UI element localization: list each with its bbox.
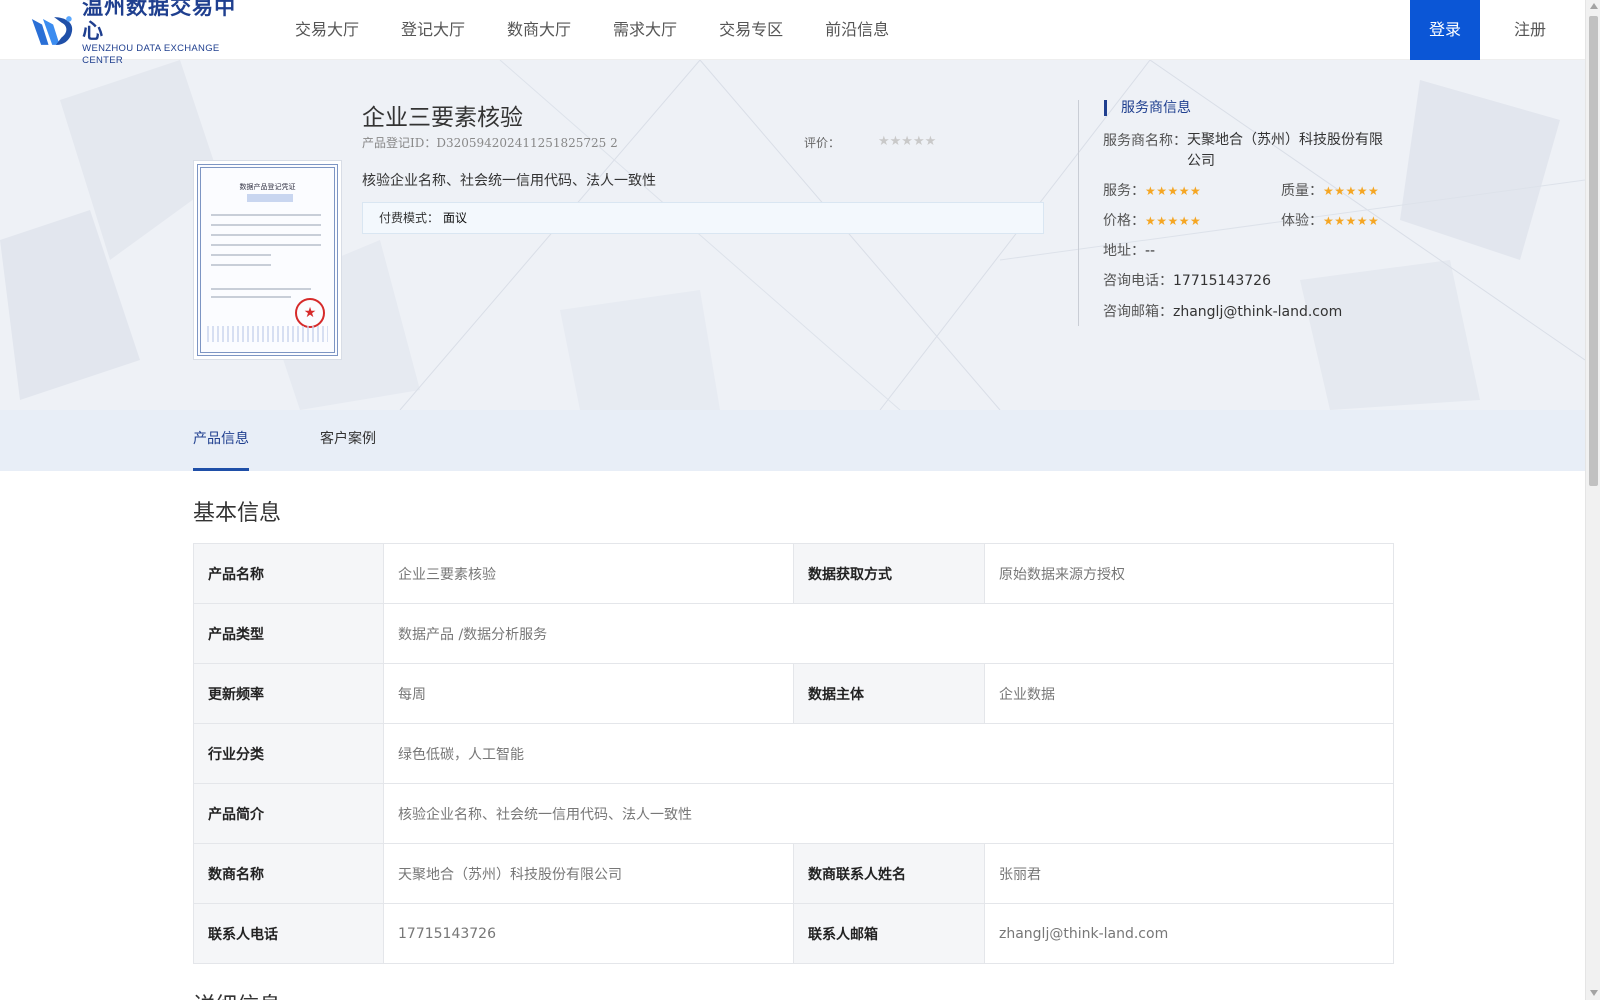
table-value: 企业三要素核验 [383,543,794,604]
address-label: 地址： [1103,243,1145,259]
nav-registration-hall[interactable]: 登记大厅 [401,0,465,60]
scroll-down-icon[interactable] [1589,990,1598,996]
table-row: 产品名称 企业三要素核验 数据获取方式 原始数据来源方授权 [193,543,1394,604]
product-description: 核验企业名称、社会统一信用代码、法人一致性 [362,173,656,189]
table-row: 产品类型 数据产品 /数据分析服务 [193,603,1394,664]
logo-subtitle: WENZHOU DATA EXCHANGE CENTER [82,43,220,66]
table-value: 企业数据 [984,663,1394,724]
payment-mode-box: 付费模式： 面议 [362,202,1044,234]
scroll-up-icon[interactable] [1589,3,1598,9]
table-value: 数据产品 /数据分析服务 [383,603,1394,664]
experience-rating-label: 体验： [1281,213,1323,229]
nav-trading-hall[interactable]: 交易大厅 [295,0,359,60]
logo-icon [31,16,73,45]
table-key: 产品简介 [193,783,384,844]
provider-name-label: 服务商名称： [1103,133,1187,149]
rating-stars[interactable]: ★★★★★ [878,134,936,149]
certificate-image[interactable]: 数据产品登记凭证 ★ [193,160,342,360]
experience-rating: 体验：★★★★★ [1281,210,1379,230]
provider-address: 地址：-- [1103,240,1155,260]
logo[interactable]: 温州数据交易中心 WENZHOU DATA EXCHANGE CENTER [30,0,250,66]
service-rating: 服务：★★★★★ [1103,180,1201,200]
price-rating-stars: ★★★★★ [1145,214,1202,228]
phone-label: 咨询电话： [1103,273,1173,289]
table-key: 产品类型 [193,603,384,664]
register-button[interactable]: 注册 [1500,0,1560,60]
provider-email: 咨询邮箱：zhanglj@think-land.com [1103,301,1342,321]
table-key: 产品名称 [193,543,384,604]
certificate-title: 数据产品登记凭证 [239,183,296,191]
table-key: 数据主体 [793,663,985,724]
table-value: 原始数据来源方授权 [984,543,1394,604]
basic-info-table: 产品名称 企业三要素核验 数据获取方式 原始数据来源方授权 产品类型 数据产品 … [193,543,1394,964]
table-value: 17715143726 [383,903,794,964]
vertical-divider [1078,100,1079,326]
login-button[interactable]: 登录 [1410,0,1480,60]
provider-phone: 咨询电话：17715143726 [1103,270,1271,290]
table-row: 产品简介 核验企业名称、社会统一信用代码、法人一致性 [193,783,1394,844]
nav-trading-zone[interactable]: 交易专区 [719,0,783,60]
table-key: 行业分类 [193,723,384,784]
email-value[interactable]: zhanglj@think-land.com [1173,304,1342,320]
table-key: 数商联系人姓名 [793,843,985,904]
email-label: 咨询邮箱： [1103,304,1173,320]
tab-product-info[interactable]: 产品信息 [193,410,249,471]
table-row: 更新频率 每周 数据主体 企业数据 [193,663,1394,724]
product-tabs: 产品信息 客户案例 [0,410,1585,471]
logo-title: 温州数据交易中心 [82,0,237,43]
nav-merchant-hall[interactable]: 数商大厅 [507,0,571,60]
table-key: 数据获取方式 [793,543,985,604]
nav-frontier-info[interactable]: 前沿信息 [825,0,889,60]
nav-demand-hall[interactable]: 需求大厅 [613,0,677,60]
table-value: 核验企业名称、社会统一信用代码、法人一致性 [383,783,1394,844]
address-value: -- [1145,243,1156,259]
detail-info-title: 详细信息 [193,988,281,1000]
rating-label: 评价： [804,136,841,150]
experience-rating-stars: ★★★★★ [1323,214,1380,228]
table-key: 联系人电话 [193,903,384,964]
provider-name-value: 天聚地合（苏州）科技股份有限公司 [1187,132,1383,169]
table-value: 绿色低碳，人工智能 [383,723,1394,784]
tab-customer-cases[interactable]: 客户案例 [320,410,376,471]
service-provider-heading: 服务商信息 [1104,100,1191,116]
top-header: 温州数据交易中心 WENZHOU DATA EXCHANGE CENTER 交易… [0,0,1585,66]
main-nav: 交易大厅 登记大厅 数商大厅 需求大厅 交易专区 前沿信息 [295,0,931,60]
page-scrollbar[interactable] [1585,0,1600,1000]
quality-rating: 质量：★★★★★ [1281,180,1379,200]
product-registration-id: 产品登记ID：D320594202411251825725 2 [362,136,618,150]
table-key: 更新频率 [193,663,384,724]
product-title: 企业三要素核验 [362,105,523,131]
phone-value[interactable]: 17715143726 [1173,273,1271,289]
price-rating: 价格：★★★★★ [1103,210,1201,230]
service-rating-label: 服务： [1103,183,1145,199]
table-row: 行业分类 绿色低碳，人工智能 [193,723,1394,784]
table-value: 天聚地合（苏州）科技股份有限公司 [383,843,794,904]
table-value: zhanglj@think-land.com [984,903,1394,964]
table-key: 联系人邮箱 [793,903,985,964]
seal-icon: ★ [295,298,325,328]
service-rating-stars: ★★★★★ [1145,184,1202,198]
basic-info-title: 基本信息 [193,501,282,526]
scroll-thumb[interactable] [1589,16,1598,486]
product-hero: 数据产品登记凭证 ★ 企业三要素核验 产品登记ID：D3205942024112… [0,60,1585,410]
payment-mode-label: 付费模式： [379,211,440,225]
table-row: 联系人电话 17715143726 联系人邮箱 zhanglj@think-la… [193,903,1394,964]
table-row: 数商名称 天聚地合（苏州）科技股份有限公司 数商联系人姓名 张丽君 [193,843,1394,904]
table-value: 张丽君 [984,843,1394,904]
price-rating-label: 价格： [1103,213,1145,229]
table-value: 每周 [383,663,794,724]
table-key: 数商名称 [193,843,384,904]
quality-rating-stars: ★★★★★ [1323,184,1380,198]
quality-rating-label: 质量： [1281,183,1323,199]
service-provider-name: 服务商名称： 天聚地合（苏州）科技股份有限公司 [1103,130,1403,172]
payment-mode-value: 面议 [443,211,468,225]
